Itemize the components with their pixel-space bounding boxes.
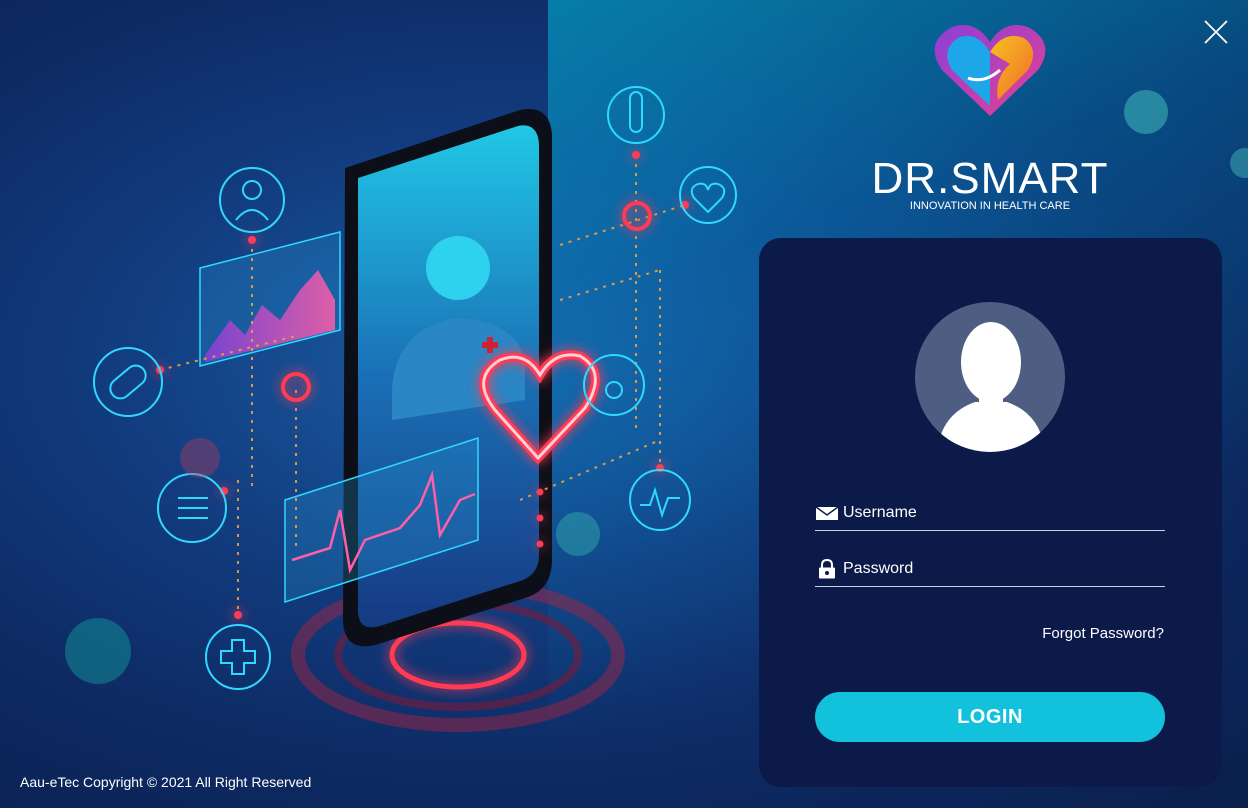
brand-title: DR.SMART	[871, 154, 1109, 203]
avatar	[915, 302, 1065, 452]
medical-phone-illustration	[93, 86, 737, 732]
heart-circle-icon	[679, 166, 737, 224]
pill-icon	[93, 347, 163, 417]
chart-panel-top	[199, 231, 341, 367]
bokeh-decoration	[556, 512, 600, 556]
person-circle-icon	[219, 167, 285, 233]
ecg-circle-icon	[629, 469, 691, 531]
bokeh-decoration	[1230, 148, 1248, 178]
doctor-head	[426, 236, 490, 300]
medical-cross-icon	[205, 624, 271, 690]
login-button[interactable]: LOGIN	[815, 692, 1165, 742]
user-avatar-icon	[937, 322, 1045, 452]
close-icon	[1204, 20, 1228, 44]
copyright-text: Aau-eTec Copyright © 2021 All Right Rese…	[20, 774, 312, 790]
password-input[interactable]	[843, 553, 1161, 585]
thermometer-icon	[607, 86, 665, 144]
brand-subtitle: INNOVATION IN HEALTH CARE	[909, 200, 1071, 212]
login-window: DR.SMART INNOVATION IN HEALTH CARE Usern…	[0, 0, 1248, 808]
list-circle-icon	[157, 473, 227, 543]
bokeh-decoration	[65, 618, 131, 684]
login-panel: Forgot Password? LOGIN	[759, 238, 1222, 787]
envelope-icon	[815, 506, 839, 520]
username-field	[815, 497, 1165, 531]
password-field	[815, 553, 1165, 587]
lock-icon	[819, 559, 835, 579]
bokeh-decoration	[180, 438, 220, 478]
username-input[interactable]	[843, 497, 1161, 529]
bokeh-decoration	[1124, 90, 1168, 134]
close-button[interactable]	[1202, 18, 1230, 46]
forgot-password-link[interactable]: Forgot Password?	[1042, 625, 1164, 642]
heart-hands-logo	[934, 25, 1046, 116]
